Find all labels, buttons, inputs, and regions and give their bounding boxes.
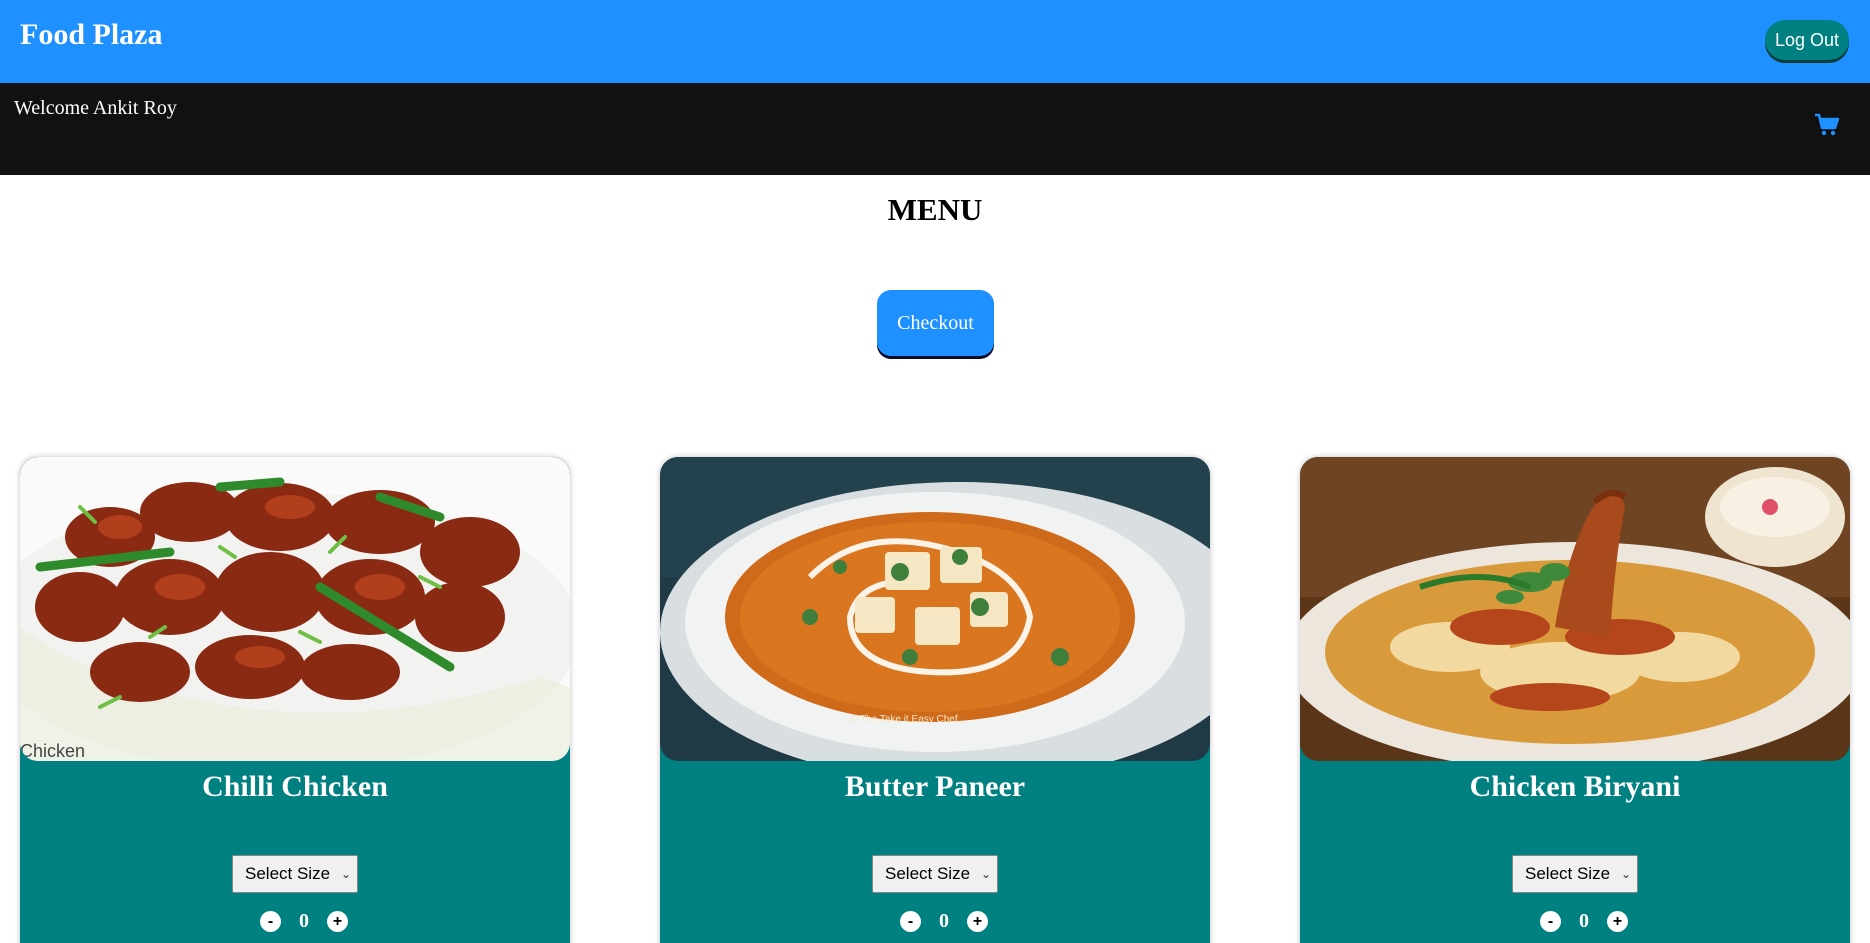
size-select-label: Select Size	[245, 864, 331, 883]
food-card-chicken-biryani: Chicken Biryani Select Size ⌄ - 0 +	[1300, 457, 1850, 943]
item-title: Chicken Biryani	[1469, 770, 1681, 803]
food-card-chilli-chicken: Chicken Chilli Chicken Select Size ⌄ - 0…	[20, 457, 570, 943]
increase-quantity-button[interactable]: +	[327, 911, 348, 932]
welcome-bar: Welcome Ankit Roy	[0, 83, 1870, 175]
chevron-down-icon: ⌄	[1620, 867, 1631, 881]
size-select[interactable]: Select Size ⌄	[872, 855, 998, 893]
top-navbar: Food Plaza Log Out	[0, 0, 1870, 83]
checkout-button[interactable]: Checkout	[877, 290, 994, 356]
logout-button[interactable]: Log Out	[1764, 20, 1849, 60]
image-watermark: © The Take it Easy Chef	[850, 714, 958, 725]
brand-title: Food Plaza	[20, 18, 163, 51]
shopping-cart-icon[interactable]	[1814, 113, 1840, 137]
size-select-label: Select Size	[1525, 864, 1611, 883]
size-select[interactable]: Select Size ⌄	[1512, 855, 1638, 893]
chevron-down-icon: ⌄	[980, 867, 991, 881]
size-select-label: Select Size	[885, 864, 971, 883]
chilli-chicken-image: Chicken	[20, 457, 570, 761]
food-card-butter-paneer: © The Take it Easy Chef Butter Paneer Se…	[660, 457, 1210, 943]
item-title: Butter Paneer	[844, 770, 1026, 803]
chicken-biryani-image	[1300, 457, 1850, 761]
quantity-value: 0	[1579, 910, 1589, 932]
increase-quantity-button[interactable]: +	[1607, 911, 1628, 932]
decrease-quantity-button[interactable]: -	[260, 911, 281, 932]
size-select[interactable]: Select Size ⌄	[232, 855, 358, 893]
increase-quantity-button[interactable]: +	[967, 911, 988, 932]
decrease-quantity-button[interactable]: -	[1540, 911, 1561, 932]
decrease-quantity-button[interactable]: -	[900, 911, 921, 932]
butter-paneer-image: © The Take it Easy Chef	[660, 457, 1210, 761]
quantity-value: 0	[939, 910, 949, 932]
chevron-down-icon: ⌄	[340, 867, 351, 881]
quantity-value: 0	[299, 910, 309, 932]
item-title: Chilli Chicken	[202, 770, 388, 803]
image-watermark: Chicken	[20, 741, 85, 761]
welcome-text: Welcome Ankit Roy	[14, 97, 177, 119]
menu-title: MENU	[887, 192, 983, 227]
